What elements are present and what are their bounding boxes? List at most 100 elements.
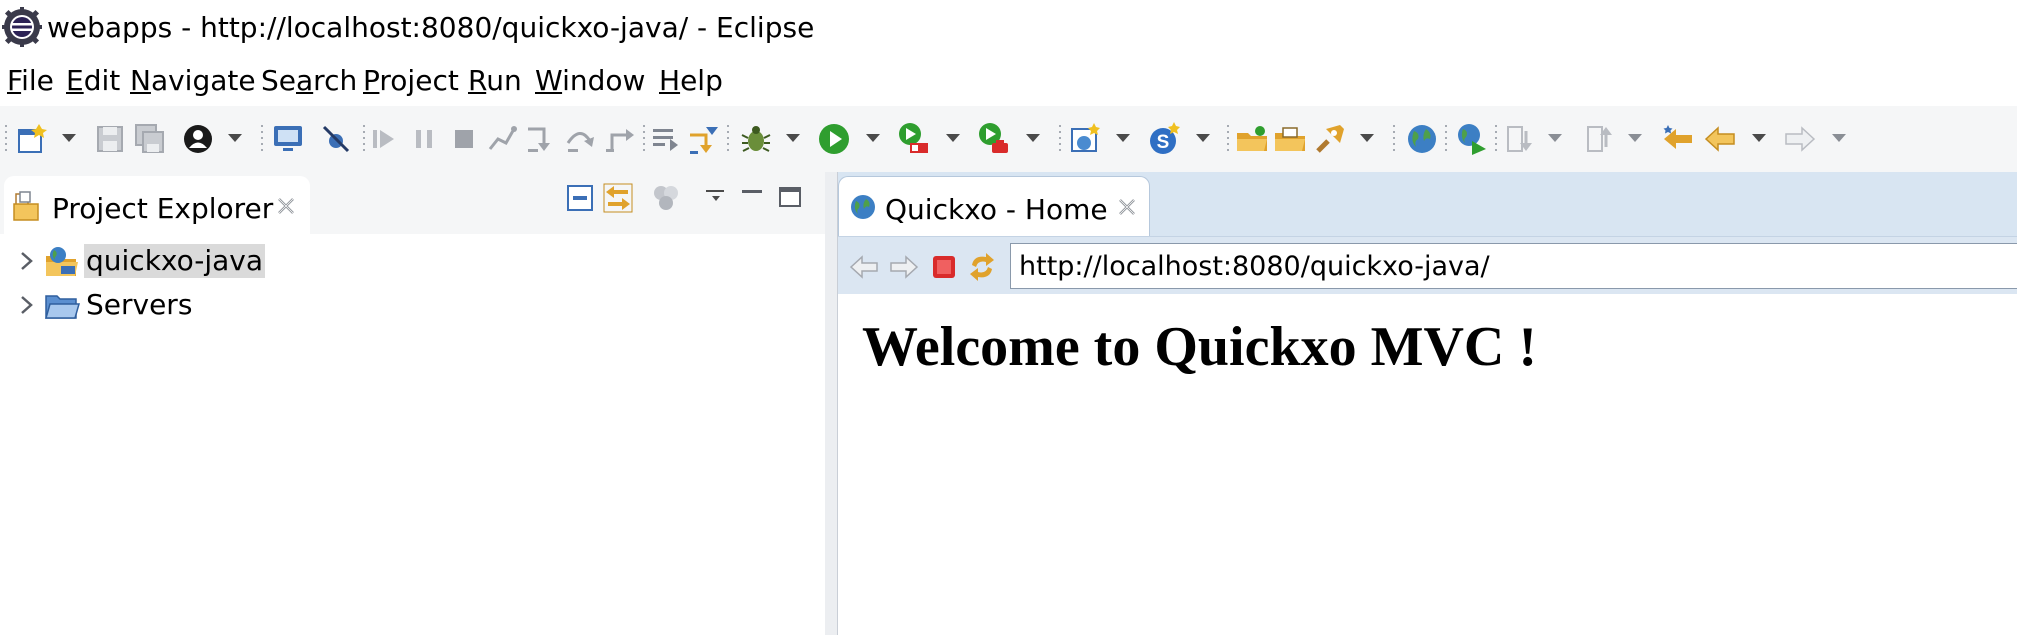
web-browser-icon[interactable] (1454, 121, 1490, 157)
step-into-icon[interactable] (522, 121, 558, 157)
window-title: webapps - http://localhost:8080/quickxo-… (47, 11, 815, 44)
toolbar-separator (260, 122, 264, 156)
main-toolbar: S (0, 106, 2017, 172)
resume-icon[interactable] (366, 121, 402, 157)
menu-run[interactable]: Run (468, 64, 522, 98)
forward-icon[interactable] (1782, 121, 1818, 157)
forward-dropdown-icon[interactable] (1830, 131, 1848, 145)
toolbar-grip (4, 122, 8, 156)
search-icon[interactable] (1312, 121, 1348, 157)
debug-dropdown-icon[interactable] (784, 131, 802, 145)
debug-icon[interactable] (738, 121, 774, 157)
toolbar-separator (1392, 122, 1396, 156)
title-bar: webapps - http://localhost:8080/quickxo-… (0, 0, 2017, 58)
tree-item-quickxo-java[interactable]: quickxo-java (0, 240, 820, 282)
menu-window[interactable]: Window (535, 64, 645, 98)
new-server-dropdown-icon[interactable] (1194, 131, 1212, 145)
expand-arrow-icon[interactable] (16, 294, 36, 316)
toolbar-separator (1444, 122, 1448, 156)
next-annotation-dropdown-icon[interactable] (1546, 131, 1564, 145)
browser-back-icon[interactable] (848, 251, 880, 283)
external-tools-icon[interactable] (976, 121, 1012, 157)
back-icon[interactable] (1702, 121, 1738, 157)
tree-item-label: Servers (86, 288, 193, 321)
link-with-editor-icon[interactable] (602, 182, 634, 214)
console-icon[interactable] (270, 121, 306, 157)
use-step-filters-icon[interactable] (686, 121, 722, 157)
coverage-dropdown-icon[interactable] (944, 131, 962, 145)
url-input[interactable] (1010, 243, 2017, 289)
terminate-icon[interactable] (446, 121, 482, 157)
menu-search[interactable]: Search (261, 64, 357, 98)
open-task-icon[interactable] (1272, 121, 1308, 157)
new-server-icon[interactable]: S (1146, 121, 1182, 157)
folder-icon (44, 288, 80, 322)
tab-project-explorer[interactable]: Project Explorer (4, 176, 310, 234)
run-icon[interactable] (816, 121, 852, 157)
filter-icon[interactable] (650, 182, 682, 214)
toolbar-separator (642, 122, 646, 156)
tree-item-servers[interactable]: Servers (0, 284, 820, 326)
suspend-icon[interactable] (406, 121, 442, 157)
perspective-dropdown-icon[interactable] (226, 131, 244, 145)
new-dropdown-icon[interactable] (60, 131, 78, 145)
browser-editor: Quickxo - Home Welcome to Quickxo MVC ! (837, 172, 2017, 635)
menu-file[interactable]: File (7, 64, 54, 98)
last-edit-location-icon[interactable] (1660, 121, 1696, 157)
next-annotation-icon[interactable] (1502, 121, 1538, 157)
browser-refresh-icon[interactable] (966, 251, 998, 283)
project-explorer-tab-label: Project Explorer (52, 192, 274, 225)
previous-annotation-dropdown-icon[interactable] (1626, 131, 1644, 145)
expand-arrow-icon[interactable] (16, 250, 36, 272)
project-explorer-icon (12, 190, 46, 224)
step-over-icon[interactable] (562, 121, 598, 157)
new-wizard-icon[interactable] (14, 121, 50, 157)
collapse-all-icon[interactable] (564, 182, 596, 214)
view-menu-icon[interactable] (700, 182, 732, 214)
run-dropdown-icon[interactable] (864, 131, 882, 145)
toolbar-separator (1058, 122, 1062, 156)
eclipse-icon (2, 7, 42, 47)
page-heading: Welcome to Quickxo MVC ! (862, 316, 1537, 378)
open-type-icon[interactable] (1234, 121, 1270, 157)
browser-nav-bar (838, 236, 2017, 294)
browser-content: Welcome to Quickxo MVC ! (838, 294, 2017, 635)
search-dropdown-icon[interactable] (1358, 131, 1376, 145)
browser-stop-icon[interactable] (928, 251, 960, 283)
editor-tab-label: Quickxo - Home (885, 193, 1108, 226)
close-icon[interactable] (274, 194, 298, 218)
menu-edit[interactable]: Edit (66, 64, 120, 98)
menu-help[interactable]: Help (659, 64, 723, 98)
pane-sash[interactable] (825, 172, 837, 635)
tree-item-label: quickxo-java (84, 244, 266, 278)
step-return-icon[interactable] (602, 121, 638, 157)
toolbar-separator (1494, 122, 1498, 156)
tab-quickxo-home[interactable]: Quickxo - Home (838, 176, 1150, 236)
new-java-dropdown-icon[interactable] (1114, 131, 1132, 145)
toolbar-separator (1226, 122, 1230, 156)
drop-to-frame-icon[interactable] (648, 121, 684, 157)
maximize-icon[interactable] (774, 182, 806, 214)
save-all-icon[interactable] (132, 121, 168, 157)
external-tools-dropdown-icon[interactable] (1024, 131, 1042, 145)
toolbar-separator (726, 122, 730, 156)
globe-icon (849, 193, 877, 221)
editor-tab-bar: Quickxo - Home (838, 172, 2017, 236)
back-dropdown-icon[interactable] (1750, 131, 1768, 145)
previous-annotation-icon[interactable] (1582, 121, 1618, 157)
skip-breakpoints-icon[interactable] (318, 121, 354, 157)
menu-project[interactable]: Project (363, 64, 459, 98)
perspective-icon[interactable] (180, 121, 216, 157)
close-icon[interactable] (1115, 195, 1139, 219)
project-explorer-view: Project Explorer quickxo-java Servers (0, 172, 825, 635)
menu-bar: File Edit Navigate Search Project Run Wi… (0, 58, 2017, 106)
coverage-icon[interactable] (896, 121, 932, 157)
menu-navigate[interactable]: Navigate (130, 64, 256, 98)
new-java-project-icon[interactable] (1068, 121, 1104, 157)
disconnect-icon[interactable] (484, 121, 520, 157)
save-icon[interactable] (92, 121, 128, 157)
globe-icon[interactable] (1404, 121, 1440, 157)
minimize-icon[interactable] (736, 182, 768, 214)
browser-forward-icon[interactable] (888, 251, 920, 283)
project-explorer-tab-bar: Project Explorer (0, 172, 825, 234)
